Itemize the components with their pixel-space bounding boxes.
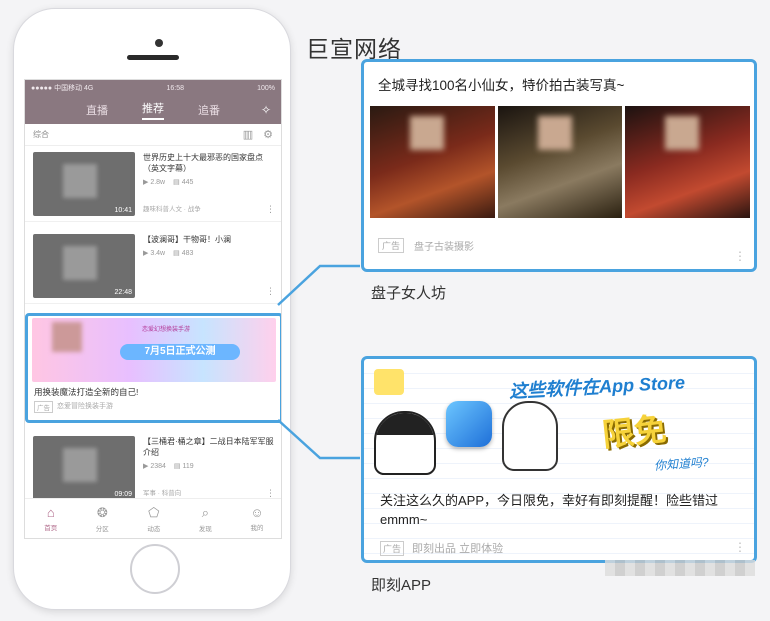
more-icon[interactable]: ⋮ [734, 540, 746, 554]
card-headline: 这些软件在App Store [508, 372, 686, 402]
app-store-icon [446, 401, 492, 447]
ad-preview-card-2[interactable]: 这些软件在App Store 限免 你知道吗? 关注这么久的APP，今日限免，幸… [361, 356, 757, 563]
sticker-icon [374, 369, 404, 395]
photo-strip [370, 106, 751, 218]
card1-caption: 盘子女人坊 [371, 285, 447, 302]
blurred-face [537, 116, 572, 150]
cat-illustration [374, 411, 436, 475]
costume-photo [625, 106, 751, 218]
blurred-face [665, 116, 700, 150]
costume-photo [370, 106, 495, 218]
card2-caption: 即刻APP [371, 577, 432, 594]
blurred-watermark [605, 560, 755, 576]
card-body-text: 关注这么久的APP，今日限免，幸好有即刻提醒！险些错过emmm~ [380, 493, 719, 527]
card-title: 全城寻找100名小仙女，特价拍古装写真~ [378, 78, 625, 93]
ad-tag: 广告 [378, 238, 405, 253]
ad-preview-card-1[interactable]: 全城寻找100名小仙女，特价拍古装写真~ 广告 盘子古装摄影 ⋮ [361, 59, 757, 272]
ad-source: 即刻出品 立即体验 [412, 543, 504, 555]
did-you-know-text: 你知道吗? [653, 455, 710, 473]
free-limit-text: 限免 [600, 410, 668, 454]
costume-photo [497, 106, 623, 218]
blurred-face [410, 116, 444, 150]
connector-bottom [277, 419, 360, 460]
connector-top [277, 264, 360, 306]
more-icon[interactable]: ⋮ [734, 249, 746, 263]
ad-source: 盘子古装摄影 [414, 242, 475, 253]
ad-tag: 广告 [380, 540, 405, 556]
bunny-illustration [502, 401, 558, 471]
